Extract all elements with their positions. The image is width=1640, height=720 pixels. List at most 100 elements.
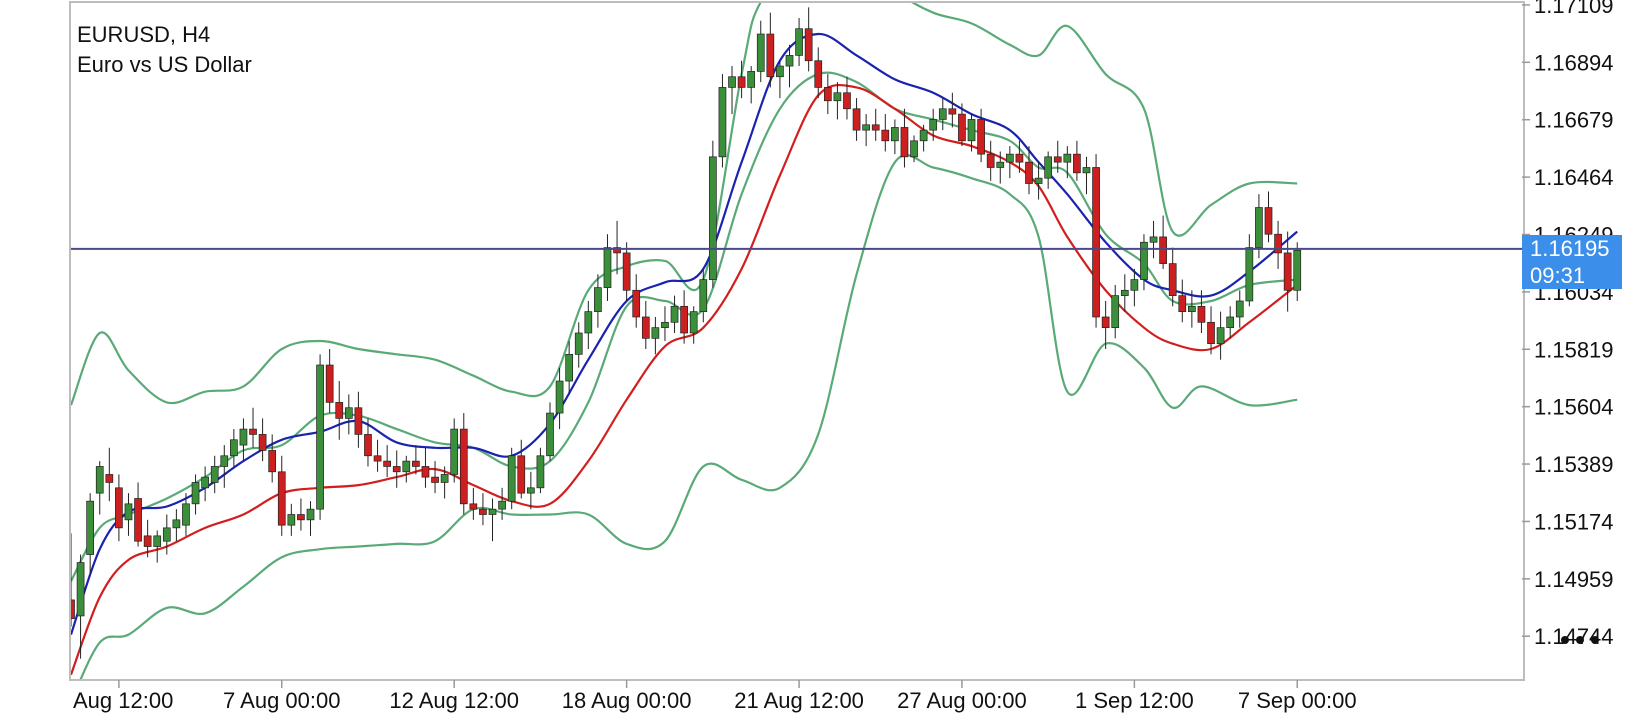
candle-body — [412, 460, 420, 467]
y-tick-label: 1.17109 — [1534, 0, 1614, 18]
candle-body — [498, 500, 506, 510]
candle-body — [1235, 300, 1244, 318]
candle-body — [1082, 167, 1091, 174]
candle — [766, 12, 775, 88]
candle — [1005, 146, 1014, 179]
candle — [632, 274, 641, 328]
candle-body — [651, 327, 660, 339]
candle-body — [584, 311, 593, 334]
candle-body — [718, 87, 727, 158]
candle — [469, 487, 478, 520]
candle-body — [201, 476, 209, 489]
candle — [1283, 231, 1292, 312]
bollinger-lower-line — [79, 154, 1298, 680]
candle-body — [162, 527, 171, 542]
candle-body — [1073, 153, 1081, 174]
y-tick-label: 1.15604 — [1534, 395, 1614, 420]
price-chart[interactable]: 1.171091.168941.166791.164641.162491.160… — [0, 0, 1640, 720]
candle — [450, 418, 459, 483]
candlesticks — [70, 7, 1302, 659]
candle-body — [680, 305, 688, 334]
candle-body — [210, 466, 219, 483]
candle-body — [364, 434, 372, 457]
x-tick-label: 21 Aug 12:00 — [734, 688, 864, 713]
candle-body — [814, 60, 823, 88]
candle-body — [316, 364, 324, 510]
candle — [814, 47, 823, 99]
candle-body — [1140, 241, 1148, 280]
candle — [852, 98, 861, 141]
candle-body — [862, 124, 870, 131]
candle-body — [603, 247, 612, 288]
candle-body — [948, 108, 957, 115]
candle-body — [450, 428, 459, 475]
candle-body — [354, 407, 363, 435]
candle — [1264, 191, 1273, 243]
candle — [1101, 300, 1110, 350]
candle-body — [1283, 252, 1292, 291]
candle-body — [689, 311, 698, 334]
candle-body — [1015, 153, 1024, 163]
candle-body — [1168, 263, 1177, 296]
candle-body — [1044, 156, 1053, 179]
candle — [479, 493, 487, 526]
candle — [201, 466, 209, 502]
candle-body — [804, 28, 813, 62]
candle — [210, 455, 219, 494]
candle — [172, 509, 181, 542]
candle-body — [479, 508, 487, 515]
candle — [843, 76, 851, 120]
more-dot — [1576, 636, 1584, 644]
time-axis: Aug 12:00 7 Aug 00:00 12 Aug 12:00 18 Aug 0… — [73, 680, 1357, 713]
candle-body — [392, 466, 401, 473]
more-horizontal-icon[interactable] — [1561, 636, 1605, 652]
candle-body — [699, 279, 708, 312]
candle — [709, 140, 717, 288]
symbol-title: EURUSD, H4 — [77, 22, 211, 47]
candle — [804, 7, 813, 72]
candle-body — [1159, 236, 1167, 264]
candle-body — [239, 428, 248, 446]
candle-body — [335, 402, 344, 419]
candle — [871, 108, 880, 141]
candle-body — [737, 76, 746, 88]
candle-body — [967, 119, 976, 142]
candle-body — [287, 514, 296, 526]
candle-body — [517, 455, 526, 494]
candle-body — [1101, 316, 1110, 329]
candle — [526, 471, 535, 510]
candle — [613, 220, 621, 275]
candle — [297, 498, 305, 531]
candle-body — [555, 380, 564, 414]
candle-body — [1245, 247, 1254, 302]
candle-body — [268, 450, 277, 473]
candle-body — [843, 92, 851, 110]
candle — [86, 493, 95, 574]
candle-body — [1092, 167, 1100, 318]
candle — [833, 82, 842, 120]
candle-body — [1063, 153, 1072, 163]
candle-body — [1111, 295, 1120, 329]
candle-body — [881, 129, 890, 142]
candle-body — [871, 124, 880, 131]
candle — [1092, 154, 1100, 328]
candle-body — [1120, 289, 1129, 296]
candle — [670, 295, 679, 333]
candle-body — [776, 65, 784, 78]
candle-body — [833, 92, 842, 102]
candle-body — [891, 127, 899, 142]
moving-average-red-line — [70, 83, 1298, 676]
candle-body — [1025, 161, 1033, 184]
candle-body — [172, 519, 181, 529]
candle-body — [996, 161, 1005, 168]
candle — [823, 74, 832, 115]
candle-body — [756, 33, 765, 72]
candle — [546, 402, 554, 462]
candle-body — [594, 287, 602, 312]
y-tick-label: 1.16894 — [1534, 50, 1614, 75]
candle-body — [258, 434, 267, 451]
candle — [1293, 242, 1302, 301]
candle — [651, 316, 660, 355]
candle — [287, 503, 296, 536]
candle-body — [1264, 207, 1273, 235]
